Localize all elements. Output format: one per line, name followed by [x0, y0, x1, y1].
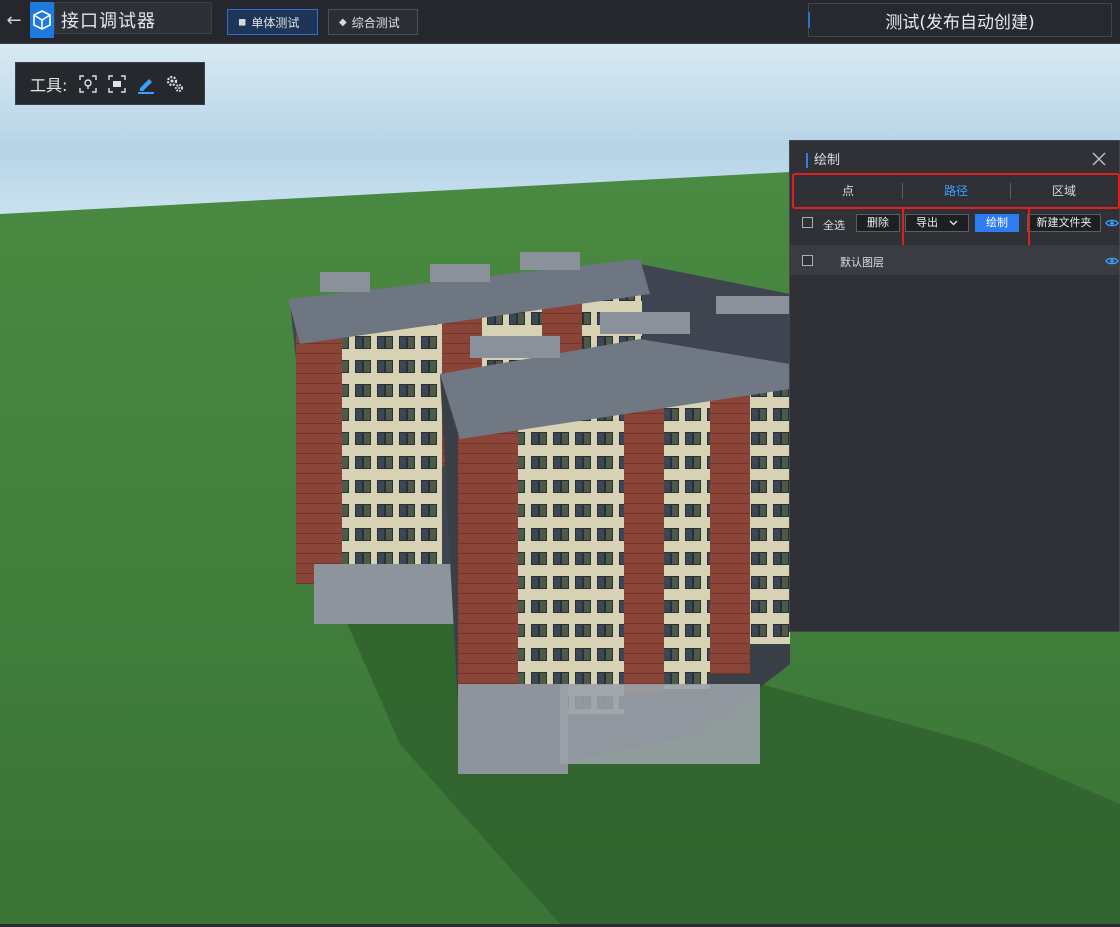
- chevron-down-icon: [949, 220, 958, 226]
- tools-toolbar: 工具:: [15, 62, 205, 105]
- single-test-button[interactable]: ◼ 单体测试: [227, 9, 318, 35]
- toolbar-label: 工具:: [30, 75, 68, 95]
- tab-path[interactable]: 路径: [902, 175, 1010, 207]
- draw-type-tabs: 点 路径 区域: [792, 173, 1120, 209]
- new-folder-button[interactable]: 新建文件夹: [1027, 214, 1101, 232]
- single-test-label: 单体测试: [251, 15, 300, 30]
- layers-icon: ◆: [339, 16, 347, 28]
- app-title-box: 接口调试器: [54, 2, 212, 34]
- tab-area[interactable]: 区域: [1010, 175, 1118, 207]
- integrated-test-label: 综合测试: [351, 15, 400, 30]
- front-building: [440, 296, 790, 774]
- delete-button[interactable]: 删除: [856, 214, 900, 232]
- measure-frame-icon[interactable]: [107, 74, 127, 94]
- locate-pin-icon[interactable]: [78, 74, 98, 94]
- select-all-label: 全选: [823, 219, 845, 232]
- layer-checkbox[interactable]: [802, 255, 813, 266]
- draw-panel-title: 绘制: [806, 153, 840, 168]
- draw-panel: 绘制 点 路径 区域 全选 删除 导出 绘制 新建文件夹 默认图层: [789, 140, 1120, 632]
- gears-settings-icon[interactable]: [165, 74, 185, 94]
- draw-actions-bar: 全选 删除 导出 绘制 新建文件夹: [790, 213, 1120, 235]
- layer-name: 默认图层: [840, 256, 884, 269]
- cube-icon: ◼: [238, 16, 247, 28]
- app-logo-icon: [30, 2, 54, 38]
- back-arrow-icon[interactable]: ←: [4, 11, 24, 31]
- draw-button[interactable]: 绘制: [975, 214, 1019, 232]
- layer-row[interactable]: 默认图层: [790, 245, 1119, 275]
- scene-title-text: 测试(发布自动创建): [885, 12, 1035, 33]
- scene-title: 测试(发布自动创建): [808, 3, 1112, 37]
- integrated-test-button[interactable]: ◆ 综合测试: [328, 9, 418, 35]
- select-all-checkbox[interactable]: [802, 217, 813, 228]
- visibility-eye-icon[interactable]: [1105, 218, 1119, 228]
- export-label: 导出: [916, 216, 938, 229]
- layer-eye-icon[interactable]: [1105, 256, 1119, 266]
- export-dropdown[interactable]: 导出: [905, 214, 969, 232]
- tab-point[interactable]: 点: [794, 175, 902, 207]
- pen-draw-icon[interactable]: [136, 74, 156, 94]
- close-icon[interactable]: [1091, 151, 1107, 167]
- app-title: 接口调试器: [61, 11, 156, 32]
- top-bar: ← 接口调试器 ◼ 单体测试 ◆ 综合测试 测试(发布自动创建): [0, 0, 1120, 44]
